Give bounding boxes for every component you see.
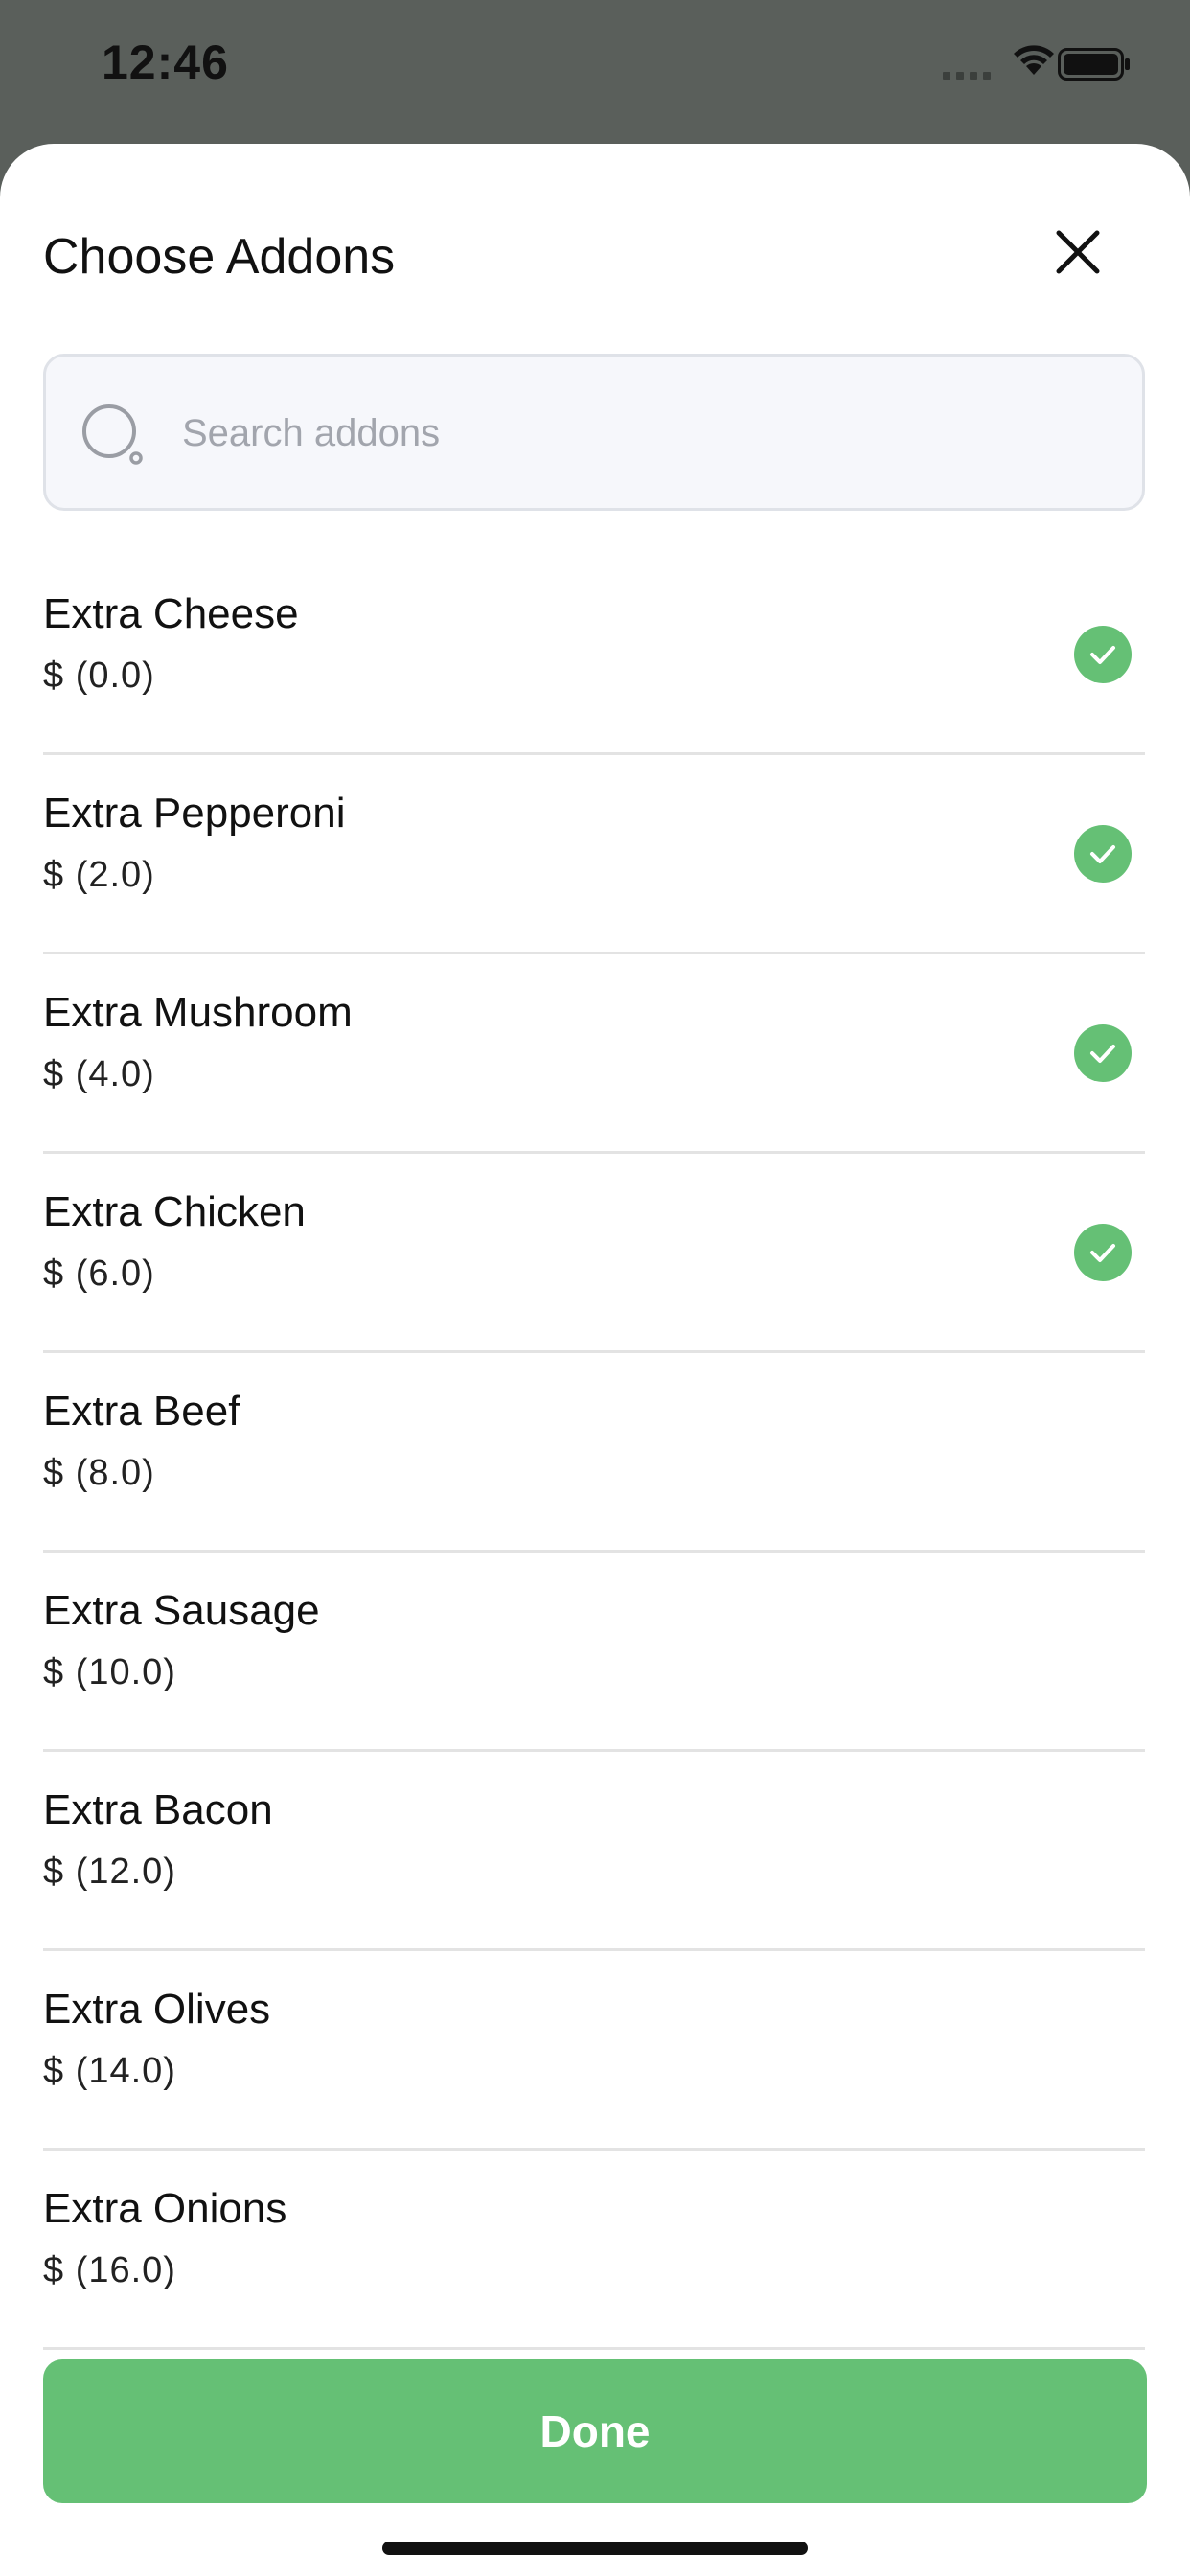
addon-item[interactable]: Extra Olives $ (14.0) — [43, 1951, 1145, 2150]
addon-item[interactable]: Extra Bacon $ (12.0) — [43, 1752, 1145, 1951]
addon-price: $ (8.0) — [43, 1453, 155, 1493]
addon-name: Extra Beef — [43, 1388, 240, 1435]
check-icon — [1074, 1024, 1132, 1082]
search-icon — [82, 404, 143, 465]
close-icon — [1056, 230, 1100, 274]
addon-price: $ (14.0) — [43, 2051, 176, 2091]
check-icon — [1074, 626, 1132, 683]
addons-list: Extra Cheese $ (0.0) Extra Pepperoni $ (… — [43, 556, 1145, 2438]
addon-item[interactable]: Extra Chicken $ (6.0) — [43, 1154, 1145, 1353]
addon-price: $ (16.0) — [43, 2250, 176, 2290]
status-bar: 12:46 — [0, 0, 1190, 144]
close-button[interactable] — [1044, 218, 1111, 286]
addon-name: Extra Chicken — [43, 1188, 306, 1235]
check-icon — [1074, 825, 1132, 883]
check-icon — [1074, 1224, 1132, 1281]
search-input[interactable] — [180, 356, 1104, 510]
addon-price: $ (6.0) — [43, 1254, 155, 1294]
addon-price: $ (10.0) — [43, 1652, 176, 1692]
sheet-title: Choose Addons — [43, 229, 396, 285]
addon-item[interactable]: Extra Cheese $ (0.0) — [43, 556, 1145, 755]
addon-price: $ (0.0) — [43, 656, 155, 696]
addon-item[interactable]: Extra Onions $ (16.0) — [43, 2150, 1145, 2350]
addon-name: Extra Onions — [43, 2185, 287, 2232]
addon-item[interactable]: Extra Pepperoni $ (2.0) — [43, 755, 1145, 954]
wifi-icon — [1014, 45, 1054, 75]
home-indicator — [382, 2542, 808, 2555]
addon-name: Extra Sausage — [43, 1587, 320, 1634]
addon-name: Extra Bacon — [43, 1786, 273, 1833]
done-button[interactable]: Done — [43, 2359, 1147, 2503]
addon-name: Extra Mushroom — [43, 989, 353, 1036]
status-time: 12:46 — [102, 35, 229, 89]
addon-item[interactable]: Extra Beef $ (8.0) — [43, 1353, 1145, 1552]
addon-price: $ (4.0) — [43, 1054, 155, 1094]
addon-item[interactable]: Extra Sausage $ (10.0) — [43, 1552, 1145, 1752]
addon-name: Extra Pepperoni — [43, 790, 346, 837]
addon-name: Extra Cheese — [43, 590, 299, 637]
battery-icon — [1058, 48, 1130, 80]
addon-price: $ (2.0) — [43, 855, 155, 895]
addon-name: Extra Olives — [43, 1986, 271, 2033]
addon-price: $ (12.0) — [43, 1852, 176, 1892]
signal-dots-icon — [943, 67, 996, 80]
addons-sheet: Choose Addons Extra Cheese $ (0.0) Extra… — [0, 144, 1190, 2576]
addon-item[interactable]: Extra Mushroom $ (4.0) — [43, 954, 1145, 1154]
search-box — [43, 354, 1145, 511]
